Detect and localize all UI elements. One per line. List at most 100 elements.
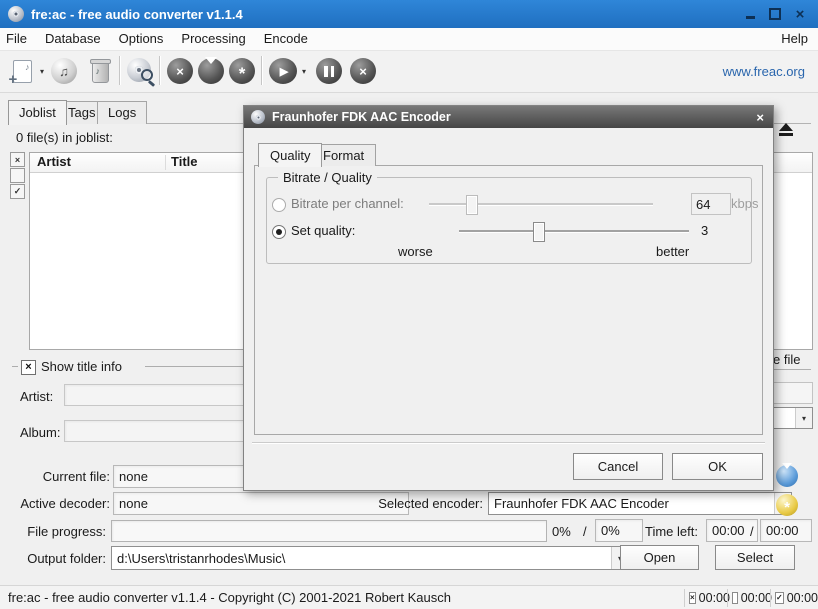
window-titlebar: fre:ac - free audio converter v1.1.4 × xyxy=(0,0,818,28)
time-segment-selected: × 00:00 xyxy=(684,589,729,607)
album-label: Album: xyxy=(20,425,64,440)
file-progress-label: File progress: xyxy=(20,524,106,539)
toolbar-separator xyxy=(261,56,262,85)
pause-encoding-button[interactable] xyxy=(315,57,343,85)
dialog-tab-pane xyxy=(254,165,763,435)
toolbar-separator xyxy=(119,56,120,85)
show-title-info-label: Show title info xyxy=(41,359,122,374)
encoder-config-dialog: Fraunhofer FDK AAC Encoder × Quality For… xyxy=(243,105,774,491)
stop-encoding-button[interactable]: × xyxy=(349,57,377,85)
select-all-button[interactable]: × xyxy=(10,152,25,167)
menu-bar: File Database Options Processing Encode … xyxy=(0,28,818,51)
tab-joblist[interactable]: Joblist xyxy=(8,100,67,125)
column-divider xyxy=(165,155,166,170)
output-folder-dropdown[interactable]: d:\Users\tristanrhodes\Music\ ▾ xyxy=(111,546,629,570)
dialog-title: Fraunhofer FDK AAC Encoder xyxy=(272,110,451,124)
add-audio-cd-button[interactable]: ♫ xyxy=(50,57,78,85)
ok-button[interactable]: OK xyxy=(672,453,763,480)
dialog-tab-quality[interactable]: Quality xyxy=(258,143,322,167)
status-text: fre:ac - free audio converter v1.1.4 - C… xyxy=(8,586,451,609)
stop-x-icon: × xyxy=(350,58,376,84)
general-settings-button[interactable]: × xyxy=(166,57,194,85)
open-button[interactable]: Open xyxy=(620,545,699,570)
pause-icon xyxy=(316,58,342,84)
artist-field[interactable] xyxy=(64,384,255,406)
active-decoder-value: none xyxy=(113,492,409,515)
tab-logs[interactable]: Logs xyxy=(97,101,147,124)
clipped-filename-field[interactable] xyxy=(773,382,813,404)
menu-encode[interactable]: Encode xyxy=(255,28,317,50)
menu-database[interactable]: Database xyxy=(36,28,110,50)
eject-icon xyxy=(779,123,793,131)
start-encoding-button[interactable]: ▶ xyxy=(269,57,297,85)
output-folder-label: Output folder: xyxy=(20,551,106,566)
toggle-selection-button[interactable]: ✓ xyxy=(10,184,25,199)
encoder-config-button[interactable]: * xyxy=(228,57,256,85)
chevron-down-icon: ▾ xyxy=(795,408,812,428)
total-percent: 0% xyxy=(595,519,643,542)
start-encoding-dropdown-icon[interactable]: ▾ xyxy=(299,65,309,77)
signal-processing-button[interactable] xyxy=(197,57,225,85)
clipped-group-line xyxy=(770,369,811,370)
selected-encoder-dropdown[interactable]: Fraunhofer FDK AAC Encoder ▾ xyxy=(488,492,792,515)
add-files-dropdown-icon[interactable]: ▾ xyxy=(37,65,47,77)
minimize-icon[interactable] xyxy=(744,8,756,20)
dialog-cd-icon xyxy=(251,110,265,124)
maximize-icon[interactable] xyxy=(769,8,781,20)
status-bar: fre:ac - free audio converter v1.1.4 - C… xyxy=(0,585,818,609)
processing-info-button[interactable] xyxy=(776,465,798,487)
selected-encoder-label: Selected encoder: xyxy=(370,496,483,511)
column-title[interactable]: Title xyxy=(171,154,198,169)
active-decoder-label: Active decoder: xyxy=(20,496,110,511)
add-files-button[interactable]: + ♪ xyxy=(8,57,36,85)
toolbar xyxy=(0,51,818,93)
funnel-icon xyxy=(198,58,224,84)
column-artist[interactable]: Artist xyxy=(37,154,71,169)
gear-icon: * xyxy=(229,58,255,84)
album-field[interactable] xyxy=(64,420,255,442)
website-link[interactable]: www.freac.org xyxy=(723,64,805,79)
menu-file[interactable]: File xyxy=(0,28,36,50)
gear-yellow-icon: * xyxy=(784,499,790,516)
artist-label: Artist: xyxy=(20,389,60,404)
dialog-close-icon[interactable]: × xyxy=(756,110,764,125)
file-progress-bar xyxy=(111,520,547,542)
play-icon: ▶ xyxy=(269,58,297,84)
time-left-label: Time left: xyxy=(645,524,698,539)
x-box-icon: × xyxy=(689,592,696,604)
window-controls: × xyxy=(744,0,806,28)
time-segment-unselected: 00:00 xyxy=(727,589,772,607)
dialog-separator xyxy=(252,442,765,443)
dialog-titlebar[interactable]: Fraunhofer FDK AAC Encoder × xyxy=(244,106,773,128)
check-box-icon: ✓ xyxy=(775,592,784,604)
show-title-info-checkbox[interactable]: × xyxy=(21,360,36,375)
toolbar-separator xyxy=(159,56,160,85)
cancel-button[interactable]: Cancel xyxy=(573,453,663,480)
group-dash xyxy=(12,366,18,367)
query-cddb-button[interactable] xyxy=(126,57,154,85)
remove-all-button[interactable]: ♪ xyxy=(86,57,114,85)
select-none-button[interactable] xyxy=(10,168,25,183)
clipped-single-file-label: e file xyxy=(773,352,800,367)
current-file-label: Current file: xyxy=(20,469,110,484)
empty-box-icon xyxy=(732,592,738,604)
select-button[interactable]: Select xyxy=(715,545,795,570)
close-icon[interactable]: × xyxy=(794,8,806,20)
funnel-blue-icon xyxy=(782,469,792,484)
time-total-value: 00:00 xyxy=(760,519,812,542)
freac-window: fre:ac - free audio converter v1.1.4 × F… xyxy=(0,0,818,609)
app-cd-icon xyxy=(8,6,24,22)
eject-cd-button[interactable] xyxy=(774,120,798,138)
group-line xyxy=(145,366,243,367)
percent-slash: / xyxy=(583,524,587,539)
encoder-settings-button[interactable]: * xyxy=(776,494,798,516)
window-title: fre:ac - free audio converter v1.1.4 xyxy=(31,7,243,22)
menu-help[interactable]: Help xyxy=(771,28,818,50)
trash-icon: ♪ xyxy=(92,63,109,83)
clipped-pattern-dropdown[interactable]: ▾ xyxy=(773,407,813,429)
menu-options[interactable]: Options xyxy=(110,28,173,50)
menu-processing[interactable]: Processing xyxy=(172,28,254,50)
add-file-icon: + ♪ xyxy=(13,60,32,83)
time-segment-all: ✓ 00:00 xyxy=(770,589,817,607)
file-percent: 0% xyxy=(552,524,571,539)
